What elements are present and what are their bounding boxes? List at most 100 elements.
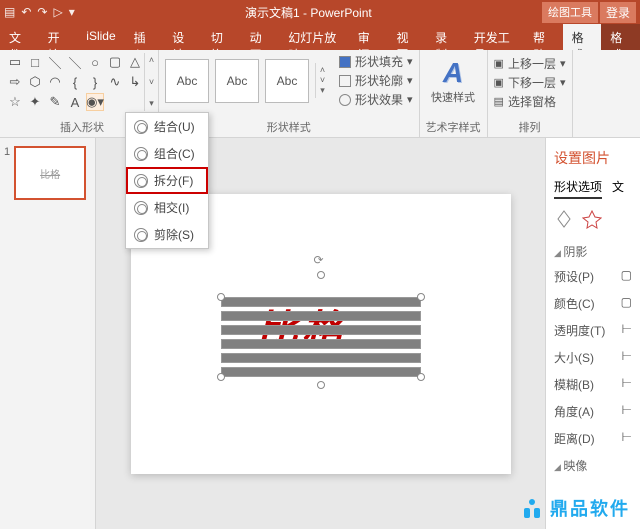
intersect-icon xyxy=(134,201,148,215)
tab-help[interactable]: 帮助 xyxy=(524,24,563,50)
menu-union[interactable]: 结合(U) xyxy=(126,113,208,140)
effect-icon xyxy=(339,94,351,106)
distance-input[interactable]: ⊢ xyxy=(622,430,632,447)
shape-triangle-icon[interactable]: △ xyxy=(126,53,144,71)
style-scroll[interactable]: ˄˅▾ xyxy=(315,63,329,98)
quick-access-toolbar: ▤ ↶ ↷ ▷ ▾ xyxy=(4,5,75,19)
shape-style-preset[interactable]: Abc xyxy=(265,59,309,103)
shape-rbrace-icon[interactable]: } xyxy=(86,73,104,91)
rotate-handle-icon[interactable]: ⟳ xyxy=(314,253,324,267)
tab-file[interactable]: 文件 xyxy=(0,24,39,50)
transparency-input[interactable]: ⊢ xyxy=(622,322,632,339)
chevron-down-icon[interactable]: ˅ xyxy=(316,75,329,85)
shape-arrow-icon[interactable]: ⇨ xyxy=(6,73,24,91)
redo-icon[interactable]: ↷ xyxy=(37,5,47,19)
menu-combine[interactable]: 组合(C) xyxy=(126,140,208,167)
shape-plus-icon[interactable]: ✦ xyxy=(26,93,44,111)
send-backward-button[interactable]: ▣ 下移一层 ▾ xyxy=(494,74,566,91)
group-label-wordart: 艺术字样式 xyxy=(426,119,481,137)
shape-lbrace-icon[interactable]: { xyxy=(66,73,84,91)
combine-icon xyxy=(134,147,148,161)
chevron-up-icon[interactable]: ˄ xyxy=(316,65,329,75)
watermark-icon xyxy=(520,496,544,520)
shape-star-icon[interactable]: ☆ xyxy=(6,93,24,111)
color-dropdown[interactable]: ▢ xyxy=(621,295,632,312)
shape-oval-icon[interactable]: ○ xyxy=(86,53,104,71)
fragment-icon xyxy=(134,174,148,188)
shape-line-icon[interactable]: ＼ xyxy=(46,53,64,71)
preset-dropdown[interactable]: ▢ xyxy=(621,268,632,285)
fill-tab-icon[interactable] xyxy=(554,209,574,229)
shape-merge-icon[interactable]: ◉▾ xyxy=(86,93,104,111)
tab-home[interactable]: 开始 xyxy=(39,24,78,50)
save-icon[interactable]: ▤ xyxy=(4,5,15,19)
section-reflection[interactable]: 映像 xyxy=(554,457,632,474)
watermark: 鼎品软件 xyxy=(520,495,630,521)
gallery-scroll[interactable]: ˄ ˅ ▾ xyxy=(144,53,158,111)
more-icon[interactable]: ▾ xyxy=(316,85,329,96)
selection-pane-button[interactable]: ▤ 选择窗格 xyxy=(494,93,566,110)
row-color: 颜色(C) xyxy=(554,295,595,312)
tab-slideshow[interactable]: 幻灯片放映 xyxy=(279,24,349,50)
shape-hex-icon[interactable]: ⬡ xyxy=(26,73,44,91)
merge-shapes-dropdown: 结合(U) 组合(C) 拆分(F) 相交(I) 剪除(S) xyxy=(125,112,209,249)
shape-fill-button[interactable]: 形状填充 ▾ xyxy=(339,53,413,70)
tab-view[interactable]: 视图 xyxy=(387,24,426,50)
shape-rrect-icon[interactable]: ▢ xyxy=(106,53,124,71)
tab-format-picture[interactable]: 格式 xyxy=(601,24,640,50)
shape-style-preset[interactable]: Abc xyxy=(165,59,209,103)
tab-islide[interactable]: iSlide xyxy=(77,24,124,50)
shape-style-preset[interactable]: Abc xyxy=(215,59,259,103)
shape-line2-icon[interactable]: ＼ xyxy=(66,53,84,71)
row-preset: 预设(P) xyxy=(554,268,594,285)
tab-transition[interactable]: 切换 xyxy=(202,24,241,50)
subtract-icon xyxy=(134,228,148,242)
union-icon xyxy=(134,120,148,134)
qat-more-icon[interactable]: ▾ xyxy=(69,5,75,19)
shape-effect-button[interactable]: 形状效果 ▾ xyxy=(339,91,413,108)
slide-number: 1 xyxy=(4,146,10,158)
shape-arc-icon[interactable]: ◠ xyxy=(46,73,64,91)
selected-shapes[interactable]: 比格 ⟳ xyxy=(221,279,421,389)
wordart-icon[interactable]: A xyxy=(443,57,463,89)
contextual-tab-label: 绘图工具 xyxy=(542,2,598,23)
pane-tab-shape[interactable]: 形状选项 xyxy=(554,178,602,199)
more-icon[interactable]: ▾ xyxy=(145,98,158,109)
title-bar: ▤ ↶ ↷ ▷ ▾ 演示文稿1 - PowerPoint 绘图工具 登录 xyxy=(0,0,640,24)
shape-curve-icon[interactable]: ∿ xyxy=(106,73,124,91)
blur-input[interactable]: ⊢ xyxy=(622,376,632,393)
tab-review[interactable]: 审阅 xyxy=(349,24,388,50)
tab-record[interactable]: 录制 xyxy=(426,24,465,50)
undo-icon[interactable]: ↶ xyxy=(21,5,31,19)
menu-fragment[interactable]: 拆分(F) xyxy=(126,167,208,194)
pane-tab-text[interactable]: 文 xyxy=(612,178,624,199)
outline-icon xyxy=(339,75,351,87)
watermark-text: 鼎品软件 xyxy=(550,495,630,521)
size-input[interactable]: ⊢ xyxy=(622,349,632,366)
row-distance: 距离(D) xyxy=(554,430,595,447)
effects-tab-icon[interactable] xyxy=(582,209,602,229)
chevron-up-icon[interactable]: ˄ xyxy=(145,55,158,65)
shape-text-icon[interactable]: A xyxy=(66,93,84,111)
bring-forward-button[interactable]: ▣ 上移一层 ▾ xyxy=(494,55,566,72)
angle-input[interactable]: ⊢ xyxy=(622,403,632,420)
shape-gallery[interactable]: ▭ □ ＼ ＼ ○ ▢ △ ⇨ ⬡ ◠ { } ∿ ↳ ☆ ✦ ✎ A ◉▾ xyxy=(6,53,144,111)
tab-developer[interactable]: 开发工具 xyxy=(465,24,524,50)
tab-insert[interactable]: 插入 xyxy=(125,24,164,50)
start-icon[interactable]: ▷ xyxy=(53,5,62,19)
section-shadow[interactable]: 阴影 xyxy=(554,243,632,260)
shape-rect-icon[interactable]: □ xyxy=(26,53,44,71)
shape-edit-icon[interactable]: ✎ xyxy=(46,93,64,111)
shape-textbox-icon[interactable]: ▭ xyxy=(6,53,24,71)
quick-style-button[interactable]: 快速样式 xyxy=(431,89,475,105)
tab-animation[interactable]: 动画 xyxy=(241,24,280,50)
shape-connector-icon[interactable]: ↳ xyxy=(126,73,144,91)
menu-intersect[interactable]: 相交(I) xyxy=(126,194,208,221)
chevron-down-icon[interactable]: ˅ xyxy=(145,77,158,87)
tab-design[interactable]: 设计 xyxy=(163,24,202,50)
tab-format-drawing[interactable]: 格式 xyxy=(563,24,602,50)
menu-subtract[interactable]: 剪除(S) xyxy=(126,221,208,248)
slide-thumbnail[interactable]: 比格 xyxy=(14,146,86,200)
login-button[interactable]: 登录 xyxy=(600,2,636,23)
shape-outline-button[interactable]: 形状轮廓 ▾ xyxy=(339,72,413,89)
